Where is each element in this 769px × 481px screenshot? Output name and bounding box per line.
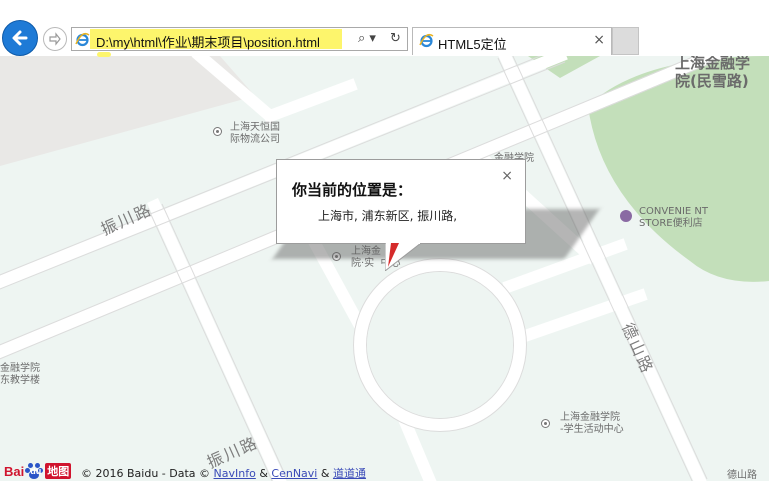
- highlight-stroke: [97, 52, 111, 57]
- tab-html5-location[interactable]: HTML5定位 ×: [412, 27, 612, 55]
- back-button[interactable]: [2, 20, 38, 56]
- browser-toolbar: D:\my\html\作业\期末项目\position.html ⌕ ▾ ↻ H…: [0, 0, 769, 56]
- map-copyright-bar: Bai du 地图 © 2016 Baidu - Data © NavInfo …: [0, 463, 769, 481]
- info-window-address: 上海市, 浦东新区, 振川路,: [318, 209, 458, 223]
- copyright-label: © 2016 Baidu - Data ©: [81, 467, 211, 480]
- poi-marker-icon[interactable]: [213, 127, 222, 136]
- cennavi-link[interactable]: CenNavi: [271, 467, 317, 480]
- ie-tab-icon: [419, 33, 434, 48]
- logo-text-map: 地图: [45, 463, 72, 479]
- logo-text-du: du: [30, 466, 42, 476]
- copyright-text: © 2016 Baidu - Data © NavInfo & CenNavi …: [81, 465, 366, 481]
- poi-label-student-center[interactable]: 上海金融学院 -学生活动中心: [560, 412, 624, 436]
- info-window-pointer: [385, 243, 421, 271]
- info-window-close-icon[interactable]: ×: [501, 168, 513, 184]
- daodaotong-link[interactable]: 道道通: [333, 467, 366, 480]
- address-bar[interactable]: D:\my\html\作业\期末项目\position.html ⌕ ▾ ↻: [71, 27, 408, 51]
- forward-button[interactable]: [43, 27, 67, 51]
- poi-marker-icon[interactable]: [541, 419, 550, 428]
- baidu-map[interactable]: 上海天恒国 际物流公司 上海金融学 院(民雪路) 金融学院 食堂 CONVENI…: [0, 56, 769, 481]
- arrow-right-icon: [49, 32, 61, 46]
- search-dropdown-icon[interactable]: ⌕ ▾: [358, 31, 376, 46]
- refresh-icon[interactable]: ↻: [390, 31, 401, 46]
- navinfo-link[interactable]: NavInfo: [214, 467, 256, 480]
- poi-label-jinrong-campus[interactable]: 上海金融学 院(民雪路): [675, 56, 750, 90]
- baidu-map-logo[interactable]: Bai du 地图: [4, 463, 72, 479]
- logo-text-bai: Bai: [4, 463, 25, 479]
- info-window-title: 你当前的位置是：: [292, 181, 413, 199]
- info-window: 你当前的位置是： 上海市, 浦东新区, 振川路, ×: [276, 159, 526, 244]
- poi-label-tianheng[interactable]: 上海天恒国 际物流公司: [230, 122, 280, 146]
- url-text[interactable]: D:\my\html\作业\期末项目\position.html: [96, 32, 320, 51]
- poi-label-convenience-store[interactable]: CONVENIE NT STORE便利店: [639, 206, 708, 230]
- ie-page-icon: [75, 32, 90, 47]
- tab-title: HTML5定位: [438, 37, 507, 52]
- ampersand: &: [320, 467, 330, 480]
- arrow-left-icon: [12, 30, 28, 46]
- new-tab-button[interactable]: [612, 27, 639, 55]
- ampersand: &: [259, 467, 268, 480]
- shop-icon[interactable]: [620, 210, 632, 222]
- tab-close-icon[interactable]: ×: [593, 32, 605, 48]
- poi-label-teaching-building[interactable]: 金融学院 东教学楼: [0, 363, 40, 387]
